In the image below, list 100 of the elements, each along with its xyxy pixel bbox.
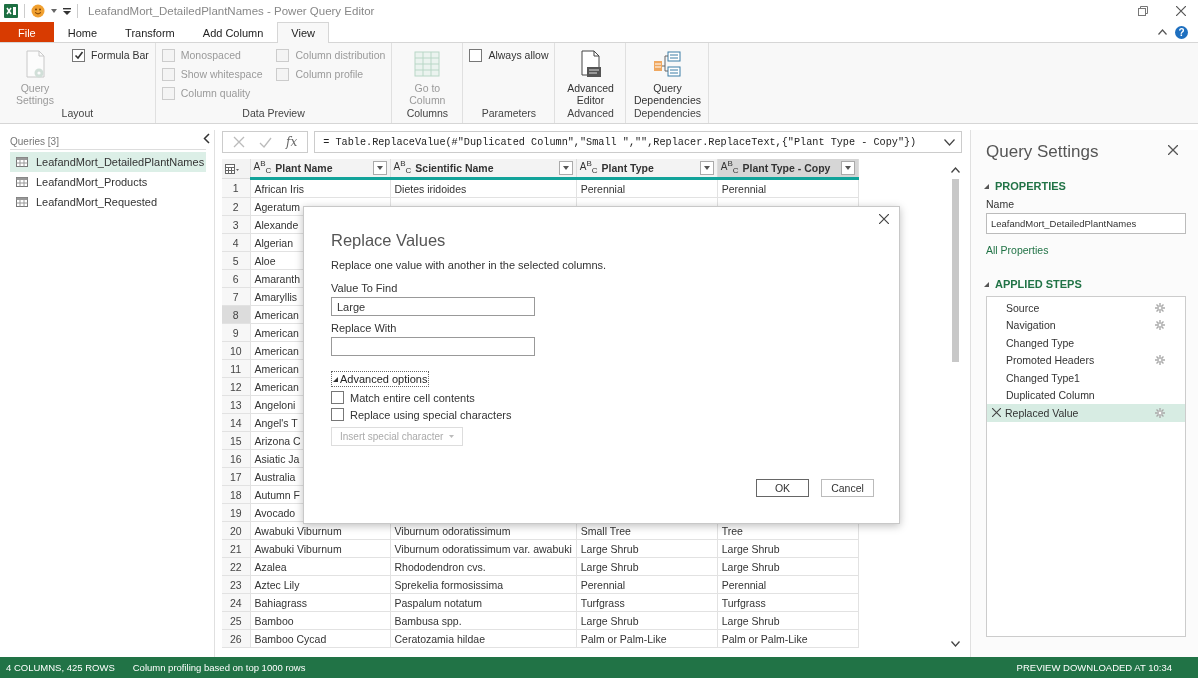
check-mark-icon: [73, 50, 84, 60]
table-cell: Perennial: [717, 178, 859, 198]
chevron-down-icon[interactable]: [944, 138, 955, 146]
checkbox-label: Show whitespace: [180, 68, 263, 80]
collapse-pane-icon[interactable]: [203, 133, 210, 144]
cancel-button[interactable]: Cancel: [821, 479, 874, 497]
advanced-options-toggle[interactable]: Advanced options: [331, 371, 430, 387]
query-item[interactable]: LeafandMort_Products: [10, 172, 206, 192]
name-field[interactable]: LeafandMort_DetailedPlantNames: [986, 213, 1186, 234]
applied-step[interactable]: Promoted Headers: [987, 351, 1185, 369]
filter-button[interactable]: [372, 161, 387, 175]
ribbon-tab[interactable]: Home: [53, 22, 112, 42]
collapse-ribbon-icon[interactable]: [1158, 29, 1167, 35]
table-cell: Perennial: [576, 575, 718, 594]
table-icon: [16, 197, 28, 207]
all-properties-link[interactable]: All Properties: [986, 244, 1192, 256]
caret-down-icon: [844, 166, 851, 170]
table-cell: Large Shrub: [717, 611, 859, 630]
table-icon: [16, 157, 28, 167]
group-label: Dependencies: [632, 106, 703, 121]
restore-icon[interactable]: [1138, 6, 1148, 16]
column-header[interactable]: A$^{B}$$_{C}$ Plant Name: [250, 159, 390, 179]
caret-down-icon: [703, 166, 710, 170]
query-item[interactable]: LeafandMort_DetailedPlantNames: [10, 152, 206, 172]
checkbox-label: Always allow: [488, 49, 549, 61]
input-field[interactable]: [331, 337, 535, 356]
formula-field[interactable]: = Table.ReplaceValue(#"Duplicated Column","Small ","",Replacer.ReplaceText,{"Plant Type - Copy"}): [314, 131, 962, 153]
column-header[interactable]: A$^{B}$$_{C}$ Plant Type: [576, 159, 718, 179]
checkbox[interactable]: [72, 48, 85, 62]
column-header[interactable]: A$^{B}$$_{C}$ Plant Type - Copy: [717, 159, 859, 179]
caret-down-icon: [449, 435, 455, 438]
customize-icon[interactable]: [63, 7, 71, 15]
excel-icon: [4, 4, 18, 18]
caret-down-icon: [562, 166, 569, 170]
checkbox-label: Column profile: [295, 68, 364, 80]
close-icon[interactable]: [1168, 145, 1178, 155]
table-cell: Perennial: [576, 178, 718, 198]
help-icon[interactable]: ?: [1175, 25, 1188, 39]
caret-down-icon[interactable]: [51, 9, 57, 13]
smiley-icon[interactable]: [31, 4, 45, 18]
ribbon-tab[interactable]: View: [277, 22, 329, 43]
applied-step[interactable]: Duplicated Column: [987, 386, 1185, 404]
group-label: Data Preview: [241, 106, 306, 121]
scroll-down-icon: [951, 641, 960, 647]
checkbox[interactable]: [331, 391, 344, 404]
table-cell: Turfgrass: [576, 593, 718, 612]
checkbox-label: Column quality: [180, 87, 251, 99]
status-text: 4 COLUMNS, 425 ROWS: [6, 662, 115, 673]
pane-title: Query Settings: [986, 142, 1099, 162]
section-header: PROPERTIES: [995, 180, 1066, 192]
applied-step[interactable]: Changed Type1: [987, 369, 1185, 387]
filter-button[interactable]: [699, 161, 714, 175]
ribbon-button[interactable]: Advanced Editor: [561, 47, 620, 106]
checkbox-label: Monospaced: [180, 49, 241, 61]
applied-step[interactable]: Source: [987, 299, 1185, 317]
dependencies-icon: [651, 49, 684, 79]
checkbox[interactable]: [331, 408, 344, 421]
group-label: Columns: [405, 106, 450, 121]
status-text: PREVIEW DOWNLOADED AT 10:34: [1016, 662, 1172, 673]
close-icon[interactable]: [879, 214, 889, 224]
table-cell: Bahiagrass: [250, 593, 390, 612]
table-cell: Awabuki Viburnum: [250, 539, 390, 558]
column-header[interactable]: A$^{B}$$_{C}$ Scientific Name: [390, 159, 577, 179]
table-cell: Bambusa spp.: [390, 611, 577, 630]
table-cell: Ceratozamia hildae: [390, 629, 577, 648]
table-cell: Bamboo Cycad: [250, 629, 390, 648]
scroll-up-icon: [951, 167, 960, 173]
ribbon-tab[interactable]: Transform: [111, 22, 189, 42]
filter-button[interactable]: [558, 161, 573, 175]
table-cell: Large Shrub: [576, 611, 718, 630]
checkbox[interactable]: [469, 48, 483, 62]
table-cell: Sprekelia formosissima: [390, 575, 577, 594]
applied-step[interactable]: Changed Type: [987, 334, 1185, 352]
query-item[interactable]: LeafandMort_Requested: [10, 192, 206, 212]
ribbon-tab[interactable]: Add Column: [188, 22, 278, 42]
status-text: Column profiling based on top 1000 rows: [132, 662, 306, 673]
expanded-triangle-icon[interactable]: [984, 183, 989, 189]
table-cell: African Iris: [250, 178, 390, 198]
table-cell: Large Shrub: [717, 557, 859, 576]
ribbon-button[interactable]: Query Dependencies: [632, 47, 703, 106]
applied-step[interactable]: Replaced Value: [987, 404, 1185, 422]
expanded-triangle-icon[interactable]: [984, 281, 989, 287]
filter-button[interactable]: [840, 161, 855, 175]
ok-button[interactable]: OK: [756, 479, 809, 497]
window-title: LeafandMort_DetailedPlantNames - Power Query Editor: [88, 5, 375, 17]
table-menu-icon[interactable]: [225, 163, 239, 174]
insert-function-button[interactable]: fx: [286, 135, 298, 149]
table-cell: Azalea: [250, 557, 390, 576]
close-icon[interactable]: [1176, 6, 1186, 16]
applied-step[interactable]: Navigation: [987, 316, 1185, 334]
group-label: Parameters: [480, 106, 538, 121]
table-cell: Bamboo: [250, 611, 390, 630]
delete-icon[interactable]: [992, 408, 1001, 418]
table-cell: Dietes iridoides: [390, 178, 577, 198]
scrollbar-thumb[interactable]: [952, 179, 959, 362]
table-cell: Aztec Lily: [250, 575, 390, 594]
input-field[interactable]: Large: [331, 297, 535, 316]
expanded-triangle-icon: [333, 376, 338, 382]
table-cell: Turfgrass: [717, 593, 859, 612]
file-tab[interactable]: File: [0, 22, 54, 42]
